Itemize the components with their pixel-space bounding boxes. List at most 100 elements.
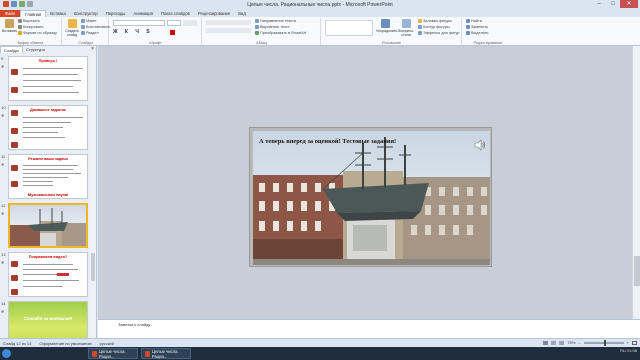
find-label: Найти — [471, 19, 482, 23]
tab-transitions[interactable]: Переходы — [102, 10, 130, 17]
slide-sorter-icon[interactable] — [551, 340, 557, 345]
tab-design[interactable]: Конструктор — [70, 10, 102, 17]
zoom-in-icon[interactable]: + — [627, 340, 629, 345]
paste-button[interactable]: Вставить — [2, 19, 17, 33]
language-indicator[interactable]: русский — [100, 341, 114, 346]
start-button[interactable] — [2, 349, 11, 358]
thumbnail-line — [23, 173, 81, 174]
smartart-button[interactable]: Преобразовать в SmartArt — [255, 31, 306, 35]
close-pane-icon[interactable]: × — [91, 46, 94, 52]
taskbar-app-1[interactable]: Целые числа. Рацио... — [88, 348, 138, 359]
align-text-button[interactable]: Выровнять текст — [255, 25, 290, 29]
format-painter-button[interactable]: Формат по образцу — [18, 31, 57, 35]
group-clipboard: Вставить Вырезать Копировать Формат по о… — [0, 18, 62, 45]
fit-slide-icon[interactable] — [632, 340, 637, 345]
current-slide[interactable]: А теперь вперед за оценкой! Тестовые зад… — [249, 127, 492, 267]
copy-button[interactable]: Копировать — [18, 25, 43, 29]
tab-home[interactable]: Главная — [20, 10, 47, 17]
reading-view-icon[interactable] — [559, 340, 565, 345]
ribbon-tabs: Файл Главная Вставка Конструктор Переход… — [0, 9, 640, 17]
font-format-buttons[interactable]: Ж К Ч S — [113, 29, 153, 35]
minimize-button[interactable]: – — [592, 0, 606, 8]
slide-thumbnail-14[interactable]: Спасибо за внимание! — [8, 301, 88, 338]
slide-thumbnail-12[interactable] — [8, 203, 88, 248]
taskbar-app-2[interactable]: Целые числа. Рацио... — [141, 348, 191, 359]
reset-label: Восстановить — [86, 25, 111, 29]
group-editing: Найти Заменить Выделить Редактирование — [463, 18, 513, 45]
maximize-button[interactable]: □ — [606, 0, 620, 8]
tab-view[interactable]: Вид — [234, 10, 250, 17]
thumbnail-line — [23, 137, 65, 138]
group-slides: Создать слайд Макет Восстановить Раздел … — [63, 18, 110, 45]
zoom-slider[interactable] — [583, 339, 624, 346]
thumbnail-line — [23, 181, 53, 182]
find-button[interactable]: Найти — [466, 19, 482, 23]
notes-placeholder[interactable]: Заметки к слайду — [118, 322, 150, 327]
shape-fill-button[interactable]: Заливка фигуры — [418, 19, 452, 23]
font-name-box[interactable] — [113, 20, 165, 26]
font-size-box[interactable] — [167, 20, 181, 26]
pencil-icon — [11, 289, 18, 295]
notes-pane[interactable]: Заметки к слайду — [98, 319, 640, 338]
tab-outline-pane[interactable]: Структура — [23, 47, 48, 52]
font-color-icon[interactable] — [170, 30, 175, 35]
shapes-gallery[interactable] — [325, 20, 373, 36]
slide-number: 13 — [1, 252, 6, 257]
clock[interactable]: 21:08 — [627, 348, 637, 353]
section-label: Раздел — [86, 31, 99, 35]
zoom-out-icon[interactable]: – — [578, 340, 580, 345]
tab-insert[interactable]: Вставка — [46, 10, 70, 17]
slide-thumbnail-13[interactable]: Поправляем видео? — [8, 252, 88, 297]
tab-slideshow[interactable]: Показ слайдов — [157, 10, 194, 17]
layout-button[interactable]: Макет — [81, 19, 97, 23]
shape-outline-button[interactable]: Контур фигуры — [418, 25, 450, 29]
pencil-icon — [11, 261, 18, 267]
cut-button[interactable]: Вырезать — [18, 19, 40, 23]
quick-styles-button[interactable]: Экспресс-стили — [396, 19, 416, 37]
thumbnail-footer: Музыкальная пауза! — [27, 192, 69, 197]
editing-group-label: Редактирование — [473, 41, 503, 45]
slide-thumbnail-9[interactable]: Проверь ! — [8, 56, 88, 101]
slide-number: 14 — [1, 301, 6, 306]
reset-button[interactable]: Восстановить — [81, 25, 110, 29]
tab-animations[interactable]: Анимация — [129, 10, 157, 17]
pane-tabs: Слайды Структура × — [0, 46, 97, 53]
align-buttons[interactable] — [206, 28, 251, 33]
zoom-level[interactable]: 75% — [567, 340, 575, 345]
replace-icon — [466, 25, 470, 29]
shape-effects-button[interactable]: Эффекты для фигур — [418, 31, 459, 35]
group-font: Ж К Ч S Шрифт — [110, 18, 202, 45]
thumbnails-scrollbar[interactable] — [90, 53, 96, 338]
list-buttons[interactable] — [206, 20, 251, 25]
align-text-icon — [255, 25, 259, 29]
new-slide-button[interactable]: Создать слайд — [65, 19, 79, 37]
keyboard-language[interactable]: RU — [620, 348, 626, 353]
arrange-button[interactable]: Упорядочить — [376, 19, 397, 33]
tab-slides-pane[interactable]: Слайды — [0, 46, 23, 53]
font-grow-shrink-buttons[interactable] — [183, 20, 197, 26]
scrollbar-thumb[interactable] — [91, 253, 95, 281]
normal-view-icon[interactable] — [543, 340, 549, 345]
drawing-group-label: Рисование — [381, 41, 402, 45]
group-paragraph: Направление текста Выровнять текст Преоб… — [203, 18, 321, 45]
pencil-icon — [11, 110, 18, 116]
slide-title[interactable]: А теперь вперед за оценкой! Тестовые зад… — [259, 138, 396, 145]
section-icon — [81, 31, 85, 35]
tab-file[interactable]: Файл — [0, 10, 21, 17]
pencil-icon — [11, 87, 18, 93]
powerpoint-icon — [145, 350, 150, 357]
close-button[interactable]: ✕ — [620, 0, 638, 8]
text-direction-button[interactable]: Направление текста — [255, 19, 296, 23]
theme-name[interactable]: Оформление по умолчанию — [39, 341, 91, 346]
tab-review[interactable]: Рецензирование — [194, 10, 234, 17]
select-button[interactable]: Выделить — [466, 31, 489, 35]
canvas-scrollbar[interactable] — [632, 46, 640, 319]
speaker-icon[interactable] — [474, 139, 486, 151]
scrollbar-thumb[interactable] — [634, 256, 640, 286]
replace-button[interactable]: Заменить — [466, 25, 488, 29]
select-icon — [466, 31, 470, 35]
section-button[interactable]: Раздел — [81, 31, 99, 35]
slide-thumbnail-11[interactable]: Решаем ваши задачи Музыкальная пауза! — [8, 154, 88, 199]
animation-star-icon: ✱ — [1, 211, 5, 216]
slide-thumbnail-10[interactable]: Домашнее задание — [8, 105, 88, 150]
